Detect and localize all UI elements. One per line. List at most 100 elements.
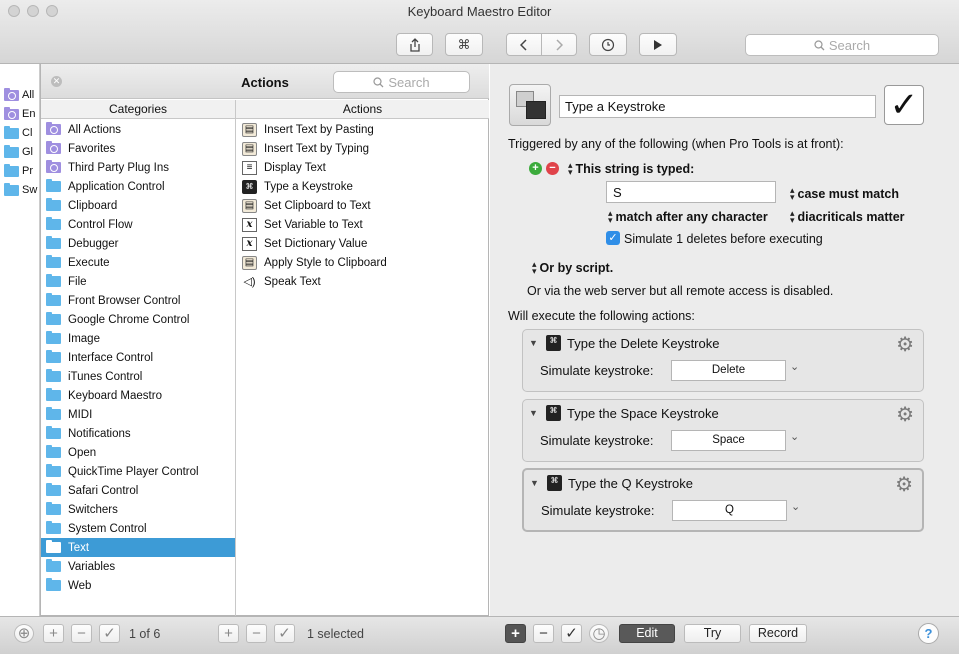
category-item[interactable]: Text <box>41 538 235 557</box>
edit-button[interactable]: Edit <box>619 624 675 643</box>
toolbar-search-field[interactable]: Search <box>745 34 939 56</box>
run-button[interactable] <box>639 33 677 56</box>
share-button[interactable] <box>396 33 433 56</box>
actions-search-field[interactable]: Search <box>333 71 470 93</box>
action-title[interactable]: Type the Space Keystroke <box>567 406 719 421</box>
category-item[interactable]: Safari Control <box>41 481 235 500</box>
category-item[interactable]: Web <box>41 576 235 595</box>
category-item[interactable]: Variables <box>41 557 235 576</box>
macro-enabled-checkbox[interactable]: ✓ <box>884 85 924 125</box>
category-item[interactable]: All Actions <box>41 120 235 139</box>
gear-icon[interactable]: ⚙ <box>895 472 913 497</box>
action-block[interactable]: ▼ ⌘ Type the Q Keystroke ⚙ Simulate keys… <box>522 468 924 532</box>
action-history-button[interactable]: ◷ <box>589 624 609 643</box>
history-button[interactable] <box>589 33 627 56</box>
add-macro-button[interactable]: + <box>218 624 239 643</box>
remove-action-button[interactable]: − <box>533 624 554 643</box>
group-row[interactable]: Gl <box>4 143 33 161</box>
remove-macro-button[interactable]: − <box>246 624 267 643</box>
action-item[interactable]: ◁) Speak Text <box>236 272 489 291</box>
gear-icon[interactable]: ⚙ <box>896 402 914 427</box>
category-item[interactable]: Image <box>41 329 235 348</box>
enable-action-button[interactable]: ✓ <box>561 624 582 643</box>
back-button[interactable] <box>506 33 542 56</box>
keystroke-icon: ⌘ <box>547 475 562 491</box>
group-row[interactable]: En <box>4 105 35 123</box>
case-match-popup[interactable]: ▴ ▾ case must match <box>790 186 899 202</box>
keystroke-field[interactable]: Q <box>672 500 787 521</box>
category-item[interactable]: QuickTime Player Control <box>41 462 235 481</box>
keystroke-field[interactable]: Delete <box>671 360 786 381</box>
category-item[interactable]: MIDI <box>41 405 235 424</box>
action-item[interactable]: ▤ Set Clipboard to Text <box>236 196 489 215</box>
action-item[interactable]: ▤ Apply Style to Clipboard <box>236 253 489 272</box>
group-row[interactable]: Cl <box>4 124 32 142</box>
add-action-button[interactable]: + <box>505 624 526 643</box>
add-trigger-button[interactable]: + <box>529 162 542 175</box>
remove-trigger-button[interactable]: − <box>546 162 559 175</box>
trigger-type-popup[interactable]: ▴ ▾ This string is typed: <box>568 161 694 177</box>
macro-name-field[interactable]: Type a Keystroke <box>559 95 876 118</box>
add-group-button[interactable]: + <box>43 624 64 643</box>
action-item[interactable]: ▤ Insert Text by Pasting <box>236 120 489 139</box>
disclosure-triangle-icon[interactable]: ▼ <box>530 478 539 488</box>
category-item[interactable]: Keyboard Maestro <box>41 386 235 405</box>
gear-icon[interactable]: ⚙ <box>896 332 914 357</box>
macro-icon[interactable] <box>509 84 551 126</box>
trigger-heading: Triggered by any of the following (when … <box>508 137 844 151</box>
category-item[interactable]: Third Party Plug Ins <box>41 158 235 177</box>
action-item[interactable]: ⌘ Type a Keystroke <box>236 177 489 196</box>
category-item[interactable]: Application Control <box>41 177 235 196</box>
diacriticals-popup[interactable]: ▴ ▾ diacriticals matter <box>790 209 905 225</box>
disclosure-triangle-icon[interactable]: ▼ <box>529 338 538 348</box>
try-button[interactable]: Try <box>684 624 741 643</box>
category-item[interactable]: Open <box>41 443 235 462</box>
forward-button[interactable] <box>541 33 577 56</box>
action-block[interactable]: ▼ ⌘ Type the Space Keystroke ⚙ Simulate … <box>522 399 924 462</box>
category-item[interactable]: Execute <box>41 253 235 272</box>
action-item[interactable]: x Set Variable to Text <box>236 215 489 234</box>
category-item[interactable]: Debugger <box>41 234 235 253</box>
category-item[interactable]: Google Chrome Control <box>41 310 235 329</box>
group-settings-button[interactable]: ⊕ <box>14 624 34 643</box>
action-item[interactable]: ▤ Insert Text by Typing <box>236 139 489 158</box>
group-row[interactable]: Pr <box>4 162 33 180</box>
shortcut-button[interactable]: ⌘ <box>445 33 483 56</box>
category-item[interactable]: Notifications <box>41 424 235 443</box>
folder-icon <box>46 179 61 192</box>
simulate-deletes-checkbox[interactable]: ✓ <box>606 231 620 245</box>
or-by-script-popup[interactable]: ▴ ▾ Or by script. <box>532 260 613 276</box>
action-block[interactable]: ▼ ⌘ Type the Delete Keystroke ⚙ Simulate… <box>522 329 924 392</box>
action-item[interactable]: ≡ Display Text <box>236 158 489 177</box>
help-button[interactable]: ? <box>918 623 939 644</box>
group-row[interactable]: Sw <box>4 181 37 199</box>
enable-group-button[interactable]: ✓ <box>99 624 120 643</box>
action-title[interactable]: Type the Delete Keystroke <box>567 336 719 351</box>
simulate-deletes-label: Simulate 1 deletes before executing <box>624 232 823 246</box>
enable-macro-button[interactable]: ✓ <box>274 624 295 643</box>
plus-icon: + <box>224 625 233 642</box>
keystroke-field[interactable]: Space <box>671 430 786 451</box>
action-title[interactable]: Type the Q Keystroke <box>568 476 693 491</box>
action-item[interactable]: x Set Dictionary Value <box>236 234 489 253</box>
chevron-down-icon[interactable]: ⌄ <box>791 500 800 513</box>
category-item[interactable]: Front Browser Control <box>41 291 235 310</box>
minus-icon: − <box>252 625 261 642</box>
crosshair-icon: ⊕ <box>17 625 31 642</box>
category-item[interactable]: Clipboard <box>41 196 235 215</box>
category-item[interactable]: Interface Control <box>41 348 235 367</box>
typed-string-field[interactable]: S <box>606 181 776 203</box>
remove-group-button[interactable]: − <box>71 624 92 643</box>
chevron-down-icon[interactable]: ⌄ <box>790 430 799 443</box>
category-item[interactable]: File <box>41 272 235 291</box>
chevron-down-icon[interactable]: ⌄ <box>790 360 799 373</box>
record-button[interactable]: Record <box>749 624 807 643</box>
category-item[interactable]: Favorites <box>41 139 235 158</box>
group-row[interactable]: All <box>4 86 34 104</box>
category-item[interactable]: System Control <box>41 519 235 538</box>
disclosure-triangle-icon[interactable]: ▼ <box>529 408 538 418</box>
category-item[interactable]: Switchers <box>41 500 235 519</box>
category-item[interactable]: iTunes Control <box>41 367 235 386</box>
category-item[interactable]: Control Flow <box>41 215 235 234</box>
match-after-popup[interactable]: ▴ ▾ match after any character <box>608 209 768 225</box>
